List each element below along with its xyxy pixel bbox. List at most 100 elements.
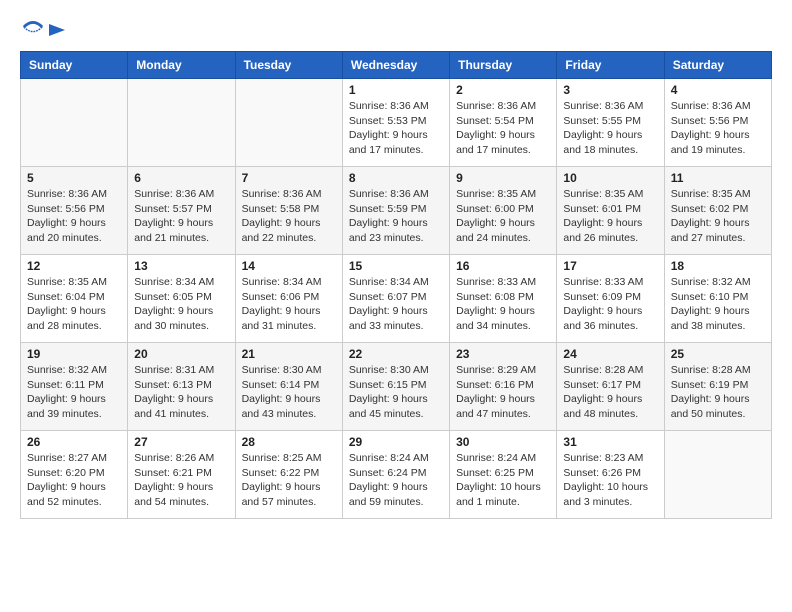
calendar-day-cell: 22 Sunrise: 8:30 AM Sunset: 6:15 PM Dayli… [342, 343, 449, 431]
calendar-day-cell: 25Sunrise: 8:28 AM Sunset: 6:19 PM Dayli… [664, 343, 771, 431]
day-number: 10 [563, 171, 657, 185]
day-number: 28 [242, 435, 336, 449]
day-info: Sunrise: 8:30 AM Sunset: 6:14 PM Dayligh… [242, 363, 336, 422]
calendar-week-row: 1 Sunrise: 8:36 AM Sunset: 5:53 PM Daylig… [21, 79, 772, 167]
calendar-day-cell: 18Sunrise: 8:32 AM Sunset: 6:10 PM Dayli… [664, 255, 771, 343]
calendar-day-cell: 3 Sunrise: 8:36 AM Sunset: 5:55 PM Daylig… [557, 79, 664, 167]
calendar-day-cell: 13 Sunrise: 8:34 AM Sunset: 6:05 PM Dayli… [128, 255, 235, 343]
day-number: 13 [134, 259, 228, 273]
calendar-day-cell: 14 Sunrise: 8:34 AM Sunset: 6:06 PM Dayli… [235, 255, 342, 343]
logo [20, 16, 67, 43]
calendar-day-cell: 1 Sunrise: 8:36 AM Sunset: 5:53 PM Daylig… [342, 79, 449, 167]
day-info: Sunrise: 8:36 AM Sunset: 5:58 PM Dayligh… [242, 187, 336, 246]
day-info: Sunrise: 8:36 AM Sunset: 5:59 PM Dayligh… [349, 187, 443, 246]
day-number: 17 [563, 259, 657, 273]
weekday-header-friday: Friday [557, 52, 664, 79]
day-info: Sunrise: 8:24 AM Sunset: 6:24 PM Dayligh… [349, 451, 443, 510]
day-number: 30 [456, 435, 550, 449]
day-number: 4 [671, 83, 765, 97]
day-info: Sunrise: 8:33 AM Sunset: 6:09 PM Dayligh… [563, 275, 657, 334]
day-info: Sunrise: 8:36 AM Sunset: 5:56 PM Dayligh… [27, 187, 121, 246]
day-info: Sunrise: 8:30 AM Sunset: 6:15 PM Dayligh… [349, 363, 443, 422]
calendar-day-cell: 24Sunrise: 8:28 AM Sunset: 6:17 PM Dayli… [557, 343, 664, 431]
weekday-header-saturday: Saturday [664, 52, 771, 79]
day-info: Sunrise: 8:36 AM Sunset: 5:57 PM Dayligh… [134, 187, 228, 246]
day-info: Sunrise: 8:23 AM Sunset: 6:26 PM Dayligh… [563, 451, 657, 510]
calendar-empty-cell [128, 79, 235, 167]
day-number: 20 [134, 347, 228, 361]
day-number: 2 [456, 83, 550, 97]
calendar-table: SundayMondayTuesdayWednesdayThursdayFrid… [20, 51, 772, 519]
day-number: 9 [456, 171, 550, 185]
day-number: 1 [349, 83, 443, 97]
calendar-day-cell: 9 Sunrise: 8:35 AM Sunset: 6:00 PM Daylig… [450, 167, 557, 255]
day-number: 19 [27, 347, 121, 361]
calendar-day-cell: 11 Sunrise: 8:35 AM Sunset: 6:02 PM Dayli… [664, 167, 771, 255]
day-number: 7 [242, 171, 336, 185]
calendar-week-row: 26Sunrise: 8:27 AM Sunset: 6:20 PM Dayli… [21, 431, 772, 519]
day-number: 8 [349, 171, 443, 185]
calendar-empty-cell [664, 431, 771, 519]
day-number: 29 [349, 435, 443, 449]
calendar-week-row: 12 Sunrise: 8:35 AM Sunset: 6:04 PM Dayli… [21, 255, 772, 343]
day-info: Sunrise: 8:29 AM Sunset: 6:16 PM Dayligh… [456, 363, 550, 422]
day-info: Sunrise: 8:31 AM Sunset: 6:13 PM Dayligh… [134, 363, 228, 422]
page-header [20, 16, 772, 43]
calendar-day-cell: 26Sunrise: 8:27 AM Sunset: 6:20 PM Dayli… [21, 431, 128, 519]
day-number: 27 [134, 435, 228, 449]
day-info: Sunrise: 8:33 AM Sunset: 6:08 PM Dayligh… [456, 275, 550, 334]
logo-flag-icon [47, 22, 67, 42]
calendar-empty-cell [21, 79, 128, 167]
day-number: 5 [27, 171, 121, 185]
calendar-week-row: 19Sunrise: 8:32 AM Sunset: 6:11 PM Dayli… [21, 343, 772, 431]
day-number: 25 [671, 347, 765, 361]
day-info: Sunrise: 8:35 AM Sunset: 6:04 PM Dayligh… [27, 275, 121, 334]
calendar-day-cell: 27 Sunrise: 8:26 AM Sunset: 6:21 PM Dayli… [128, 431, 235, 519]
day-info: Sunrise: 8:35 AM Sunset: 6:02 PM Dayligh… [671, 187, 765, 246]
calendar-day-cell: 7 Sunrise: 8:36 AM Sunset: 5:58 PM Daylig… [235, 167, 342, 255]
day-info: Sunrise: 8:36 AM Sunset: 5:53 PM Dayligh… [349, 99, 443, 158]
calendar-day-cell: 4 Sunrise: 8:36 AM Sunset: 5:56 PM Daylig… [664, 79, 771, 167]
weekday-header-sunday: Sunday [21, 52, 128, 79]
day-info: Sunrise: 8:26 AM Sunset: 6:21 PM Dayligh… [134, 451, 228, 510]
day-info: Sunrise: 8:34 AM Sunset: 6:07 PM Dayligh… [349, 275, 443, 334]
calendar-day-cell: 17 Sunrise: 8:33 AM Sunset: 6:09 PM Dayli… [557, 255, 664, 343]
day-info: Sunrise: 8:36 AM Sunset: 5:56 PM Dayligh… [671, 99, 765, 158]
calendar-day-cell: 12 Sunrise: 8:35 AM Sunset: 6:04 PM Dayli… [21, 255, 128, 343]
day-info: Sunrise: 8:34 AM Sunset: 6:05 PM Dayligh… [134, 275, 228, 334]
day-number: 22 [349, 347, 443, 361]
calendar-empty-cell [235, 79, 342, 167]
calendar-day-cell: 16 Sunrise: 8:33 AM Sunset: 6:08 PM Dayli… [450, 255, 557, 343]
day-info: Sunrise: 8:36 AM Sunset: 5:55 PM Dayligh… [563, 99, 657, 158]
calendar-day-cell: 19Sunrise: 8:32 AM Sunset: 6:11 PM Dayli… [21, 343, 128, 431]
day-number: 3 [563, 83, 657, 97]
day-number: 6 [134, 171, 228, 185]
weekday-header-tuesday: Tuesday [235, 52, 342, 79]
calendar-day-cell: 29 Sunrise: 8:24 AM Sunset: 6:24 PM Dayli… [342, 431, 449, 519]
day-info: Sunrise: 8:35 AM Sunset: 6:01 PM Dayligh… [563, 187, 657, 246]
calendar-week-row: 5 Sunrise: 8:36 AM Sunset: 5:56 PM Daylig… [21, 167, 772, 255]
day-info: Sunrise: 8:36 AM Sunset: 5:54 PM Dayligh… [456, 99, 550, 158]
weekday-header-monday: Monday [128, 52, 235, 79]
calendar-day-cell: 15 Sunrise: 8:34 AM Sunset: 6:07 PM Dayli… [342, 255, 449, 343]
day-number: 15 [349, 259, 443, 273]
calendar-day-cell: 21Sunrise: 8:30 AM Sunset: 6:14 PM Dayli… [235, 343, 342, 431]
day-info: Sunrise: 8:35 AM Sunset: 6:00 PM Dayligh… [456, 187, 550, 246]
day-number: 11 [671, 171, 765, 185]
day-info: Sunrise: 8:27 AM Sunset: 6:20 PM Dayligh… [27, 451, 121, 510]
day-number: 23 [456, 347, 550, 361]
calendar-day-cell: 30Sunrise: 8:24 AM Sunset: 6:25 PM Dayli… [450, 431, 557, 519]
calendar-day-cell: 5 Sunrise: 8:36 AM Sunset: 5:56 PM Daylig… [21, 167, 128, 255]
day-info: Sunrise: 8:25 AM Sunset: 6:22 PM Dayligh… [242, 451, 336, 510]
day-info: Sunrise: 8:34 AM Sunset: 6:06 PM Dayligh… [242, 275, 336, 334]
day-number: 16 [456, 259, 550, 273]
weekday-header-wednesday: Wednesday [342, 52, 449, 79]
day-number: 24 [563, 347, 657, 361]
calendar-day-cell: 6 Sunrise: 8:36 AM Sunset: 5:57 PM Daylig… [128, 167, 235, 255]
day-number: 12 [27, 259, 121, 273]
day-number: 18 [671, 259, 765, 273]
day-number: 14 [242, 259, 336, 273]
weekday-header-thursday: Thursday [450, 52, 557, 79]
calendar-day-cell: 10 Sunrise: 8:35 AM Sunset: 6:01 PM Dayli… [557, 167, 664, 255]
calendar-day-cell: 20 Sunrise: 8:31 AM Sunset: 6:13 PM Dayli… [128, 343, 235, 431]
